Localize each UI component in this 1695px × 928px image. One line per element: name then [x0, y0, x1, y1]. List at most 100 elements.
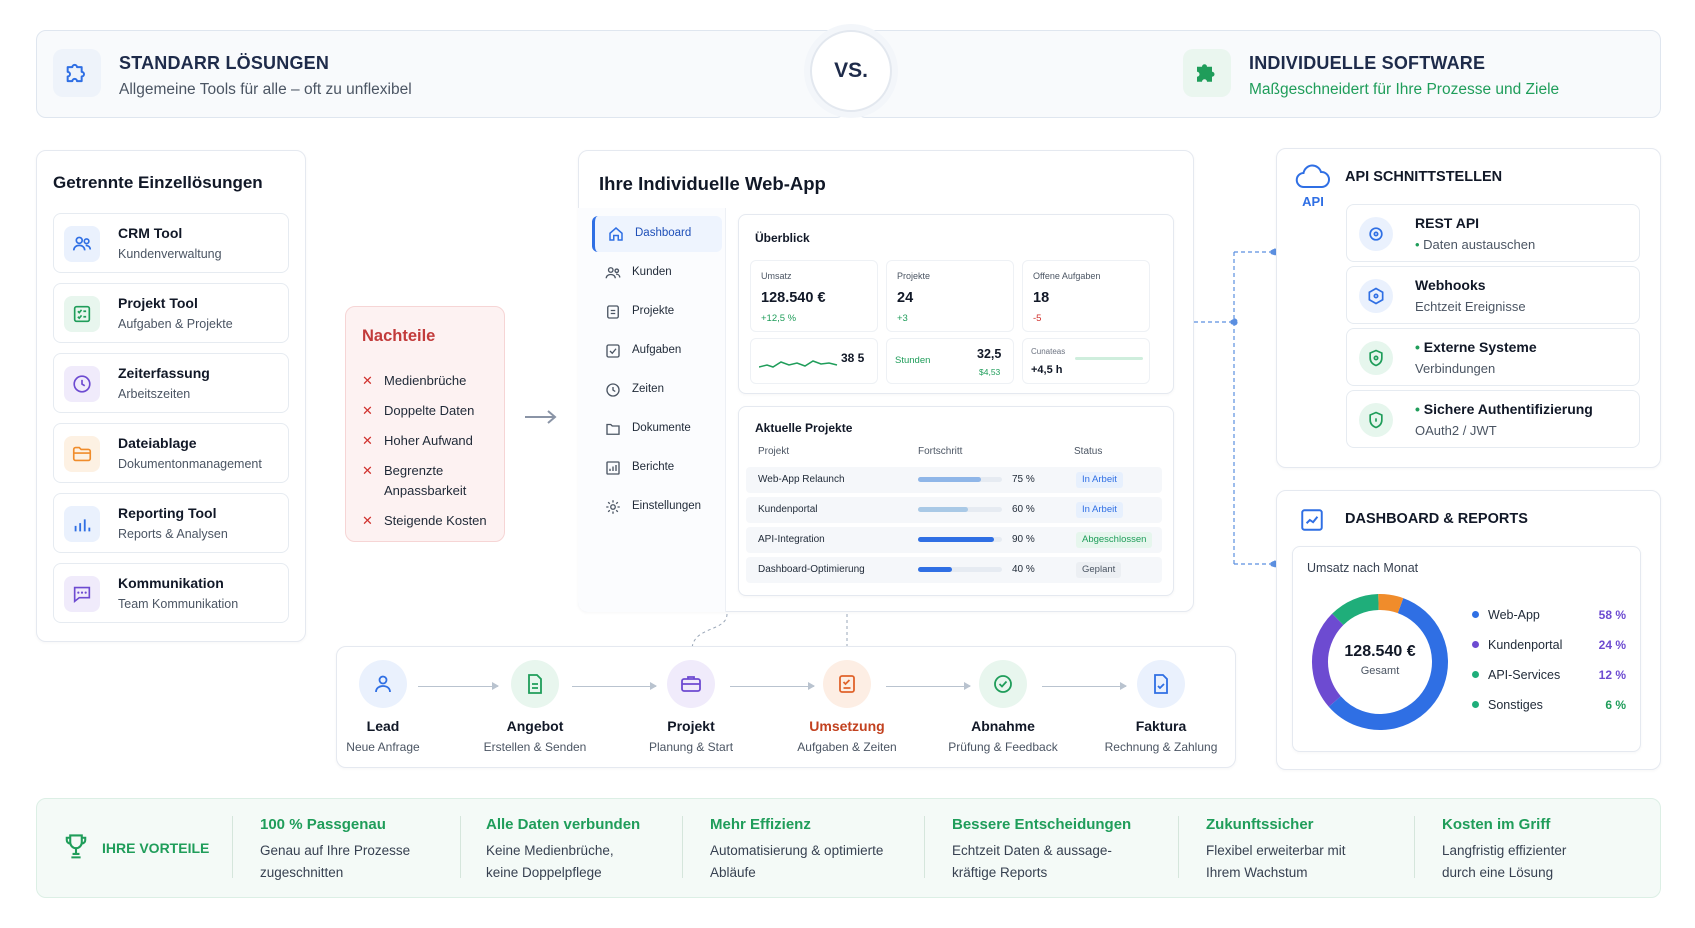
disadvantage-item: ✕ Doppelte Daten: [362, 401, 474, 421]
progress-fill: [918, 477, 981, 482]
benefits-label: IHRE VORTEILE: [102, 840, 210, 856]
donut-total: 128.540 €: [1344, 643, 1416, 660]
tool-sub: Aufgaben & Projekte: [118, 317, 233, 331]
task-icon: [823, 660, 871, 708]
benefit-desc: Flexibel erweiterbar mit Ihrem Wachstum: [1206, 843, 1346, 880]
cross-icon: ✕: [362, 433, 373, 448]
standard-subtitle: Allgemeine Tools für alle – oft zu unfle…: [119, 81, 412, 98]
sidebar-item-zeiten[interactable]: Zeiten: [592, 372, 722, 408]
benefit-title: Alle Daten verbunden: [486, 816, 641, 833]
users-icon: [64, 226, 100, 262]
hexagon-icon: [1359, 279, 1393, 313]
cloud-api-icon: API: [1295, 163, 1331, 209]
tool-kommunikation: Kommunikation Team Kommunikation: [53, 563, 289, 623]
table-row[interactable]: Kundenportal 60 % In Arbeit: [746, 497, 1162, 523]
divider: [682, 816, 683, 878]
benefit-title: Bessere Entscheidungen: [952, 816, 1132, 833]
progress-fill: [918, 507, 969, 512]
divider: [232, 816, 233, 878]
legend-pct: 24 %: [1598, 638, 1626, 652]
workflow-step-umsetzung[interactable]: Umsetzung Aufgaben & Zeiten: [772, 660, 922, 754]
puzzle-outline-icon: [53, 49, 101, 97]
puzzle-filled-icon: [1183, 49, 1231, 97]
sidebar-item-projekte[interactable]: Projekte: [592, 294, 722, 330]
tool-sub: Reports & Analysen: [118, 527, 228, 541]
arrow-right-icon: [524, 410, 558, 429]
benefit-title: Kosten im Griff: [1442, 816, 1551, 833]
check-circle-icon: [979, 660, 1027, 708]
disadvantage-item: ✕ Begrenzte: [362, 461, 443, 481]
separate-tools-title: Getrennte Einzellösungen: [53, 173, 263, 192]
home-icon: [609, 227, 623, 241]
tool-projekt: Projekt Tool Aufgaben & Projekte: [53, 283, 289, 343]
benefit-desc: Echtzeit Daten & aussage-kräftige Report…: [952, 843, 1112, 880]
status-badge: Abgeschlossen: [1076, 532, 1153, 548]
donut-chart-title: Umsatz nach Monat: [1307, 561, 1419, 575]
custom-subtitle: Maßgeschneidert für Ihre Prozesse und Zi…: [1249, 81, 1560, 98]
legend-item: Sonstiges: [1472, 698, 1543, 712]
cross-icon: ✕: [362, 373, 373, 388]
clipboard-icon: [607, 305, 619, 319]
users-icon: [605, 267, 621, 279]
sidebar-item-berichte[interactable]: Berichte: [592, 450, 722, 486]
tool-name: Zeiterfassung: [118, 365, 210, 381]
shield-icon: [1359, 341, 1393, 375]
workflow-step-abnahme[interactable]: Abnahme Prüfung & Feedback: [928, 660, 1078, 754]
bar-chart-icon: [64, 506, 100, 542]
mini-stunden-card: Stunden 32,5 $4,53: [886, 338, 1014, 384]
divider: [1414, 816, 1415, 878]
trophy-icon: [62, 832, 90, 867]
sidebar-item-aufgaben[interactable]: Aufgaben: [592, 333, 722, 369]
api-item-auth[interactable]: • Sichere Authentifizierung OAuth2 / JWT: [1346, 390, 1640, 448]
clock-icon: [606, 383, 620, 397]
clock-icon: [64, 366, 100, 402]
folder-icon: [64, 436, 100, 472]
bar-chart-icon: [606, 461, 620, 475]
sidebar-item-einstellungen[interactable]: Einstellungen: [592, 489, 722, 525]
donut-total-label: Gesamt: [1360, 665, 1400, 677]
briefcase-icon: [667, 660, 715, 708]
status-badge: Geplant: [1076, 562, 1122, 578]
legend-pct: 6 %: [1605, 698, 1626, 712]
mini-bar: [1075, 357, 1143, 360]
workflow-step-angebot[interactable]: Angebot Erstellen & Senden: [460, 660, 610, 754]
sidebar-item-kunden[interactable]: Kunden: [592, 255, 722, 291]
document-icon: [511, 660, 559, 708]
benefit-desc: Keine Medienbrüche, keine Doppelpflege: [486, 843, 614, 880]
table-row[interactable]: API-Integration 90 % Abgeschlossen: [746, 527, 1162, 553]
tool-name: CRM Tool: [118, 225, 183, 241]
benefit-title: Mehr Effizienz: [710, 816, 811, 833]
workflow-step-faktura[interactable]: Faktura Rechnung & Zahlung: [1086, 660, 1236, 754]
col-header-status: Status: [1074, 446, 1103, 457]
stat-projekte: Projekte 24 +3: [886, 260, 1014, 332]
api-item-webhooks[interactable]: Webhooks Echtzeit Ereignisse: [1346, 266, 1640, 324]
cross-icon: ✕: [362, 463, 373, 478]
standard-title: STANDARR LÖSUNGEN: [119, 53, 330, 73]
table-row[interactable]: Dashboard-Optimierung 40 % Geplant: [746, 557, 1162, 583]
status-badge: In Arbeit: [1076, 472, 1123, 488]
sidebar-item-dokumente[interactable]: Dokumente: [592, 411, 722, 447]
tool-reporting: Reporting Tool Reports & Analysen: [53, 493, 289, 553]
api-item-rest[interactable]: REST API • Daten austauschen: [1346, 204, 1640, 262]
benefit-desc: Automatisierung & optimierte Abläufe: [710, 843, 884, 880]
webapp-title: Ihre Individuelle Web-App: [599, 173, 826, 194]
separate-tools-panel: Getrennte Einzellösungen CRM Tool Kunden…: [36, 150, 306, 642]
api-connector-lines: [1194, 248, 1278, 568]
disadvantage-item: ✕ Medienbrüche: [362, 371, 466, 391]
custom-software-header: INDIVIDUELLE SOFTWARE Maßgeschneidert fü…: [856, 30, 1661, 118]
donut-chart: [1312, 594, 1448, 730]
vs-badge: VS.: [810, 30, 892, 112]
api-title: API SCHNITTSTELLEN: [1345, 169, 1503, 185]
tool-dateiablage: Dateiablage Dokumentonmanagement: [53, 423, 289, 483]
divider: [1178, 816, 1179, 878]
api-item-externe[interactable]: • Externe Systeme Verbindungen: [1346, 328, 1640, 386]
projects-title: Aktuelle Projekte: [755, 421, 853, 435]
tool-name: Projekt Tool: [118, 295, 198, 311]
col-header-fortschritt: Fortschritt: [918, 446, 963, 457]
shield-icon: [1359, 217, 1393, 251]
sidebar-item-dashboard[interactable]: Dashboard: [592, 216, 722, 252]
table-row[interactable]: Web-App Relaunch 75 % In Arbeit: [746, 467, 1162, 493]
workflow-step-projekt[interactable]: Projekt Planung & Start: [616, 660, 766, 754]
checkbox-icon: [606, 344, 620, 358]
workflow-step-lead[interactable]: Lead Neue Anfrage: [308, 660, 458, 754]
